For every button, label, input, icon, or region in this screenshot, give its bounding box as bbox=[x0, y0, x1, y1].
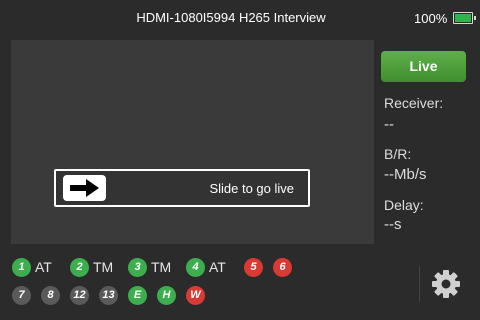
channel-h-indicator: H bbox=[157, 286, 176, 305]
channel-8-indicator: 8 bbox=[41, 286, 60, 305]
slide-to-go-live[interactable]: Slide to go live bbox=[54, 169, 310, 207]
channel-12-indicator: 12 bbox=[70, 286, 89, 305]
delay-label: Delay: bbox=[384, 197, 424, 213]
channel-13-indicator: 13 bbox=[99, 286, 118, 305]
receiver-label: Receiver: bbox=[384, 95, 444, 111]
channel-3-indicator: 3 bbox=[128, 258, 147, 277]
channel-e-indicator: E bbox=[128, 286, 147, 305]
stream-title: HDMI-1080I5994 H265 Interview bbox=[136, 10, 326, 25]
channel-4-mode: AT bbox=[209, 259, 226, 275]
receiver-value: -- bbox=[384, 116, 394, 133]
top-bar: HDMI-1080I5994 H265 Interview 100% bbox=[0, 0, 480, 36]
channel-3-mode: TM bbox=[151, 259, 172, 275]
channel-4-indicator: 4 bbox=[186, 258, 205, 277]
delay-value: --s bbox=[384, 216, 402, 233]
channel-1-indicator: 1 bbox=[12, 258, 31, 277]
arrow-right-icon bbox=[70, 179, 99, 197]
channel-6-indicator: 6 bbox=[273, 258, 292, 277]
slider-handle[interactable] bbox=[63, 175, 106, 201]
channel-2-mode: TM bbox=[93, 259, 114, 275]
channel-5-indicator: 5 bbox=[244, 258, 263, 277]
bitrate-value: --Mb/s bbox=[384, 166, 427, 183]
channel-2-indicator: 2 bbox=[70, 258, 89, 277]
video-preview bbox=[11, 40, 374, 244]
channel-7-indicator: 7 bbox=[12, 286, 31, 305]
battery-percentage: 100% bbox=[414, 11, 448, 26]
slider-label: Slide to go live bbox=[209, 181, 294, 196]
live-button[interactable]: Live bbox=[381, 51, 466, 82]
battery-icon bbox=[453, 12, 476, 24]
settings-button[interactable] bbox=[430, 268, 462, 300]
battery-fill bbox=[455, 14, 471, 22]
gear-icon bbox=[432, 270, 460, 298]
channel-w-indicator: W bbox=[186, 286, 205, 305]
bitrate-label: B/R: bbox=[384, 146, 412, 162]
channel-1-mode: AT bbox=[35, 259, 52, 275]
divider bbox=[419, 266, 420, 302]
